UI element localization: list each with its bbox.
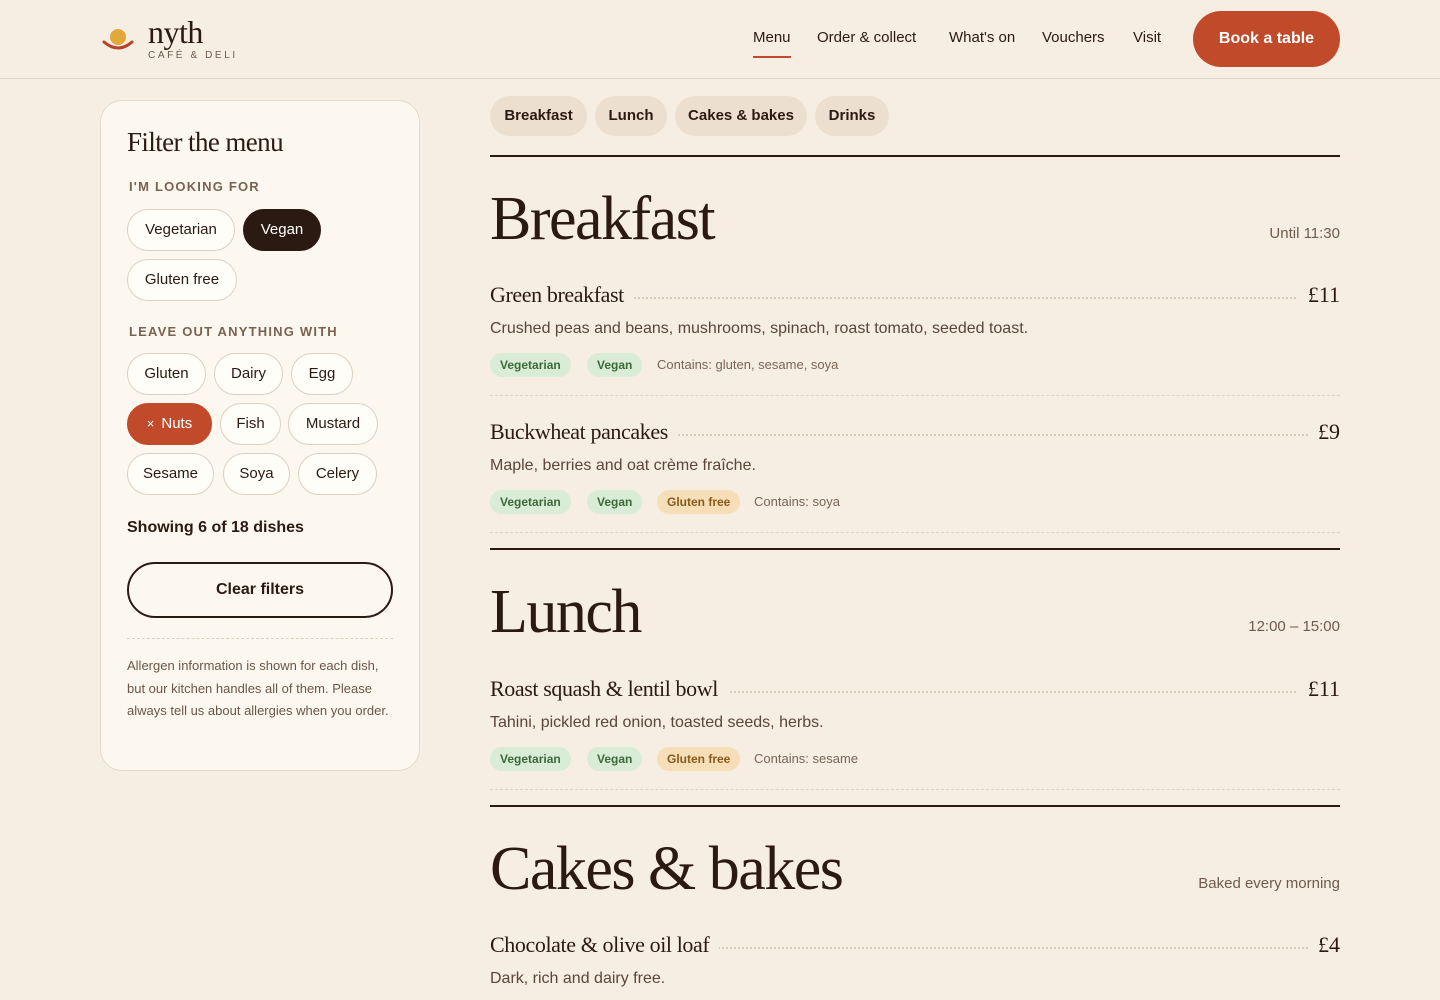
clear-filters-button[interactable]: Clear filters: [127, 562, 393, 618]
brand-name: nyth: [148, 14, 203, 50]
dish-divider: [490, 395, 1340, 396]
chip-nuts[interactable]: × Nuts: [127, 403, 212, 445]
dish-row: Buckwheat pancakes £9: [490, 417, 1340, 447]
dish-price: £4: [1308, 930, 1340, 960]
nav-visit[interactable]: Visit: [1133, 28, 1161, 48]
tag-vegetarian: Vegetarian: [490, 747, 571, 771]
dish-description: Crushed peas and beans, mushrooms, spina…: [490, 320, 1029, 337]
dish-price: £11: [1297, 280, 1340, 310]
dish-row: Chocolate & olive oil loaf £4: [490, 930, 1340, 960]
filter-title: Filter the menu: [127, 127, 284, 157]
allergen-contains: Contains: gluten, sesame, soya: [657, 357, 839, 372]
chip-celery[interactable]: Celery: [298, 453, 377, 495]
dish-description: Tahini, pickled red onion, toasted seeds…: [490, 714, 824, 731]
section-hours-breakfast: Until 11:30: [1269, 225, 1340, 242]
chip-nuts-label: Nuts: [161, 415, 193, 432]
section-rule: [490, 155, 1340, 157]
section-hours-lunch: 12:00 – 15:00: [1248, 618, 1340, 635]
brand-tagline: CAFÉ & DELI: [148, 50, 238, 61]
dish-divider: [490, 789, 1340, 790]
chip-soya[interactable]: Soya: [223, 453, 290, 495]
tag-gluten-free: Gluten free: [657, 747, 741, 771]
allergen-note: Allergen information is shown for each d…: [127, 658, 389, 718]
results-count: Showing 6 of 18 dishes: [127, 519, 304, 536]
tab-lunch[interactable]: Lunch: [595, 96, 667, 136]
dish-description: Maple, berries and oat crème fraîche.: [490, 457, 756, 474]
chip-gluten[interactable]: Gluten: [127, 353, 206, 395]
allergen-contains: Contains: soya: [754, 494, 840, 509]
dish-divider: [490, 532, 1340, 533]
dish-name: Green breakfast: [490, 280, 634, 310]
tag-vegan: Vegan: [587, 747, 643, 771]
chip-fish[interactable]: Fish: [220, 403, 281, 445]
section-rule: [490, 805, 1340, 807]
tag-vegetarian: Vegetarian: [490, 490, 571, 514]
nav-vouchers[interactable]: Vouchers: [1042, 28, 1105, 48]
section-note-cakes-bakes: Baked every morning: [1198, 875, 1340, 892]
close-icon: ×: [146, 416, 155, 431]
chip-gluten-free[interactable]: Gluten free: [127, 259, 237, 301]
chip-sesame[interactable]: Sesame: [127, 453, 214, 495]
dish-row: Roast squash & lentil bowl £11: [490, 674, 1340, 704]
tag-gluten-free: Gluten free: [657, 490, 741, 514]
section-title-lunch: Lunch: [490, 578, 642, 646]
dish-name: Buckwheat pancakes: [490, 417, 678, 447]
nav-menu[interactable]: Menu: [753, 28, 791, 58]
allergen-contains: Contains: sesame: [754, 751, 859, 766]
chip-egg[interactable]: Egg: [291, 353, 353, 395]
divider: [127, 638, 393, 639]
nav-order-collect[interactable]: Order & collect: [817, 28, 916, 48]
dish-name: Chocolate & olive oil loaf: [490, 930, 720, 960]
tab-drinks[interactable]: Drinks: [815, 96, 889, 136]
book-table-button[interactable]: Book a table: [1193, 11, 1340, 67]
section-rule: [490, 548, 1340, 550]
chip-mustard[interactable]: Mustard: [288, 403, 378, 445]
dish-description: Dark, rich and dairy free.: [490, 970, 666, 987]
tag-vegan: Vegan: [587, 353, 643, 377]
dish-name: Roast squash & lentil bowl: [490, 674, 728, 704]
section-title-cakes-bakes: Cakes & bakes: [490, 835, 844, 903]
dish-row: Green breakfast £11: [490, 280, 1340, 310]
chip-vegan[interactable]: Vegan: [243, 209, 321, 251]
site-header: nyth CAFÉ & DELI Menu Order & collect Wh…: [0, 0, 1440, 79]
looking-for-label: I'M LOOKING FOR: [129, 179, 260, 194]
chip-dairy[interactable]: Dairy: [214, 353, 283, 395]
filter-card: Filter the menu I'M LOOKING FOR Vegetari…: [100, 100, 420, 771]
tab-breakfast[interactable]: Breakfast: [490, 96, 587, 136]
bowl-sun-logo-icon: [102, 29, 134, 50]
dish-price: £11: [1297, 674, 1340, 704]
nav-whats-on[interactable]: What's on: [949, 28, 1015, 48]
tab-cakes-bakes[interactable]: Cakes & bakes: [675, 96, 807, 136]
tag-vegan: Vegan: [587, 490, 643, 514]
leave-out-label: LEAVE OUT ANYTHING WITH: [129, 324, 338, 339]
tag-vegetarian: Vegetarian: [490, 353, 571, 377]
dish-price: £9: [1308, 417, 1340, 447]
chip-vegetarian[interactable]: Vegetarian: [127, 209, 235, 251]
section-title-breakfast: Breakfast: [490, 185, 716, 253]
